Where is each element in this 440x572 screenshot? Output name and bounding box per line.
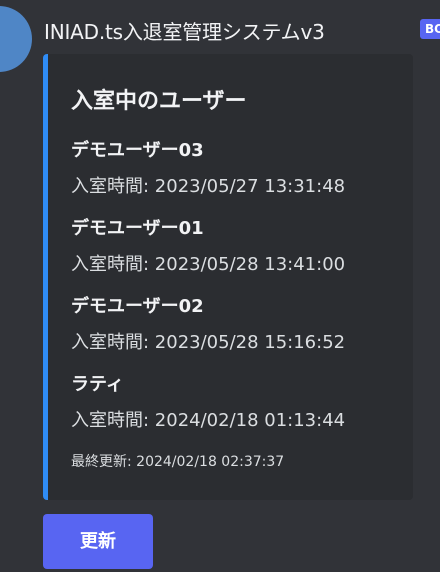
bot-badge: BOT bbox=[420, 19, 440, 39]
user-name: デモユーザー03 bbox=[71, 140, 204, 161]
user-entry-time: 入室時間: 2023/05/27 13:31:48 bbox=[71, 176, 346, 197]
last-updated-footer: 最終更新: 2024/02/18 02:37:37 bbox=[71, 454, 285, 470]
user-entry-time: 入室時間: 2023/05/28 13:41:00 bbox=[71, 254, 346, 275]
discord-message: INIAD.ts入退室管理システムv3 BOT 入室中のユーザー デモユーザー0… bbox=[0, 0, 440, 572]
user-name: ラティ bbox=[71, 374, 124, 395]
user-name: デモユーザー01 bbox=[71, 218, 204, 239]
refresh-button[interactable]: 更新 bbox=[43, 514, 153, 569]
user-entry-time: 入室時間: 2023/05/28 15:16:52 bbox=[71, 332, 346, 353]
entry-status-embed: 入室中のユーザー デモユーザー03 入室時間: 2023/05/27 13:31… bbox=[43, 54, 413, 500]
embed-title: 入室中のユーザー bbox=[71, 89, 247, 114]
bot-avatar[interactable] bbox=[0, 6, 32, 72]
bot-username[interactable]: INIAD.ts入退室管理システムv3 bbox=[44, 16, 325, 45]
user-name: デモユーザー02 bbox=[71, 296, 204, 317]
user-entry-time: 入室時間: 2024/02/18 01:13:44 bbox=[71, 410, 346, 431]
